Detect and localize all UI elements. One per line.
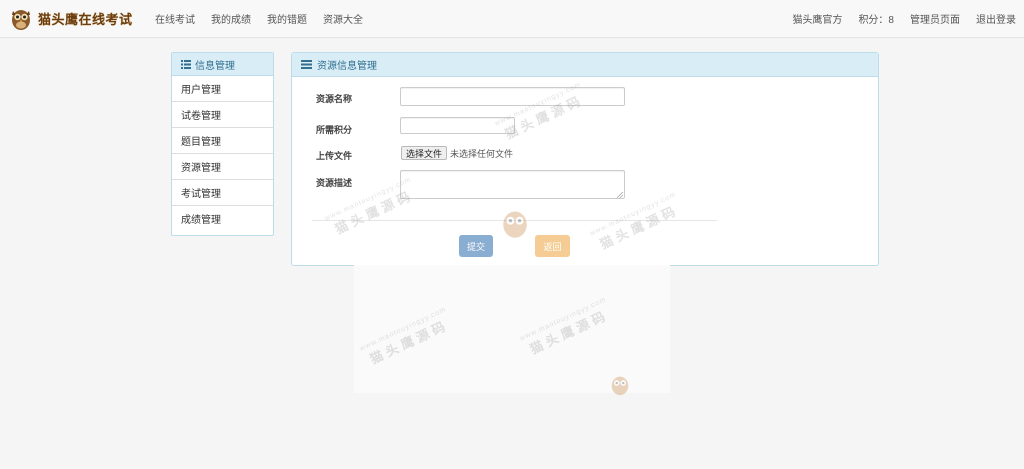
- resource-name-label: 资源名称: [315, 94, 352, 104]
- sidebar: 信息管理 用户管理 试卷管理 题目管理 资源管理 考试管理 成绩管理: [171, 52, 274, 236]
- nav-admin-page[interactable]: 管理员页面: [902, 0, 968, 37]
- sidebar-item-questions[interactable]: 题目管理: [172, 128, 273, 154]
- points-label: 所需积分: [315, 125, 352, 135]
- file-status: 未选择任何文件: [450, 149, 514, 159]
- points-input[interactable]: [400, 117, 515, 134]
- nav-online-exam[interactable]: 在线考试: [147, 0, 203, 37]
- description-textarea[interactable]: [400, 170, 625, 199]
- owl-logo-icon: [12, 10, 30, 30]
- upload-label: 上传文件: [315, 151, 352, 161]
- sidebar-item-scores[interactable]: 成绩管理: [172, 206, 273, 231]
- back-button[interactable]: 返回: [535, 235, 570, 257]
- panel-title: 资源信息管理: [317, 61, 377, 72]
- submit-button[interactable]: 提交: [459, 235, 493, 257]
- textarea-resize-handle[interactable]: [617, 192, 623, 198]
- resource-name-input[interactable]: [400, 87, 625, 106]
- resource-panel: 资源信息管理 资源名称 所需积分 上传文件 选择文件 未选择任何文件 资源描述 …: [291, 52, 879, 266]
- form-divider: [312, 220, 717, 221]
- nav-my-scores[interactable]: 我的成绩: [203, 0, 259, 37]
- choose-file-button[interactable]: 选择文件: [401, 146, 448, 160]
- top-navbar: 猫头鹰在线考试 在线考试 我的成绩 我的错题 资源大全 猫头鹰官方 积分：8 管…: [0, 0, 1024, 38]
- points-display: 积分：8: [858, 15, 894, 26]
- nav-official[interactable]: 猫头鹰官方: [784, 0, 850, 37]
- sidebar-title: 信息管理: [195, 60, 235, 72]
- nav-logout[interactable]: 退出登录: [968, 0, 1024, 37]
- menu-lines-icon: [301, 60, 312, 69]
- sidebar-item-resources[interactable]: 资源管理: [172, 154, 273, 180]
- description-label: 资源描述: [315, 178, 352, 188]
- nav-my-mistakes[interactable]: 我的错题: [259, 0, 315, 37]
- user-nav: 猫头鹰官方 积分：8 管理员页面 退出登录: [784, 0, 1024, 37]
- sidebar-item-exams[interactable]: 考试管理: [172, 180, 273, 206]
- watermark-sheet: [354, 265, 670, 393]
- panel-header: 资源信息管理: [292, 53, 878, 77]
- brand-name: 猫头鹰在线考试: [38, 12, 133, 28]
- list-icon: [181, 59, 191, 69]
- brand[interactable]: 猫头鹰在线考试: [8, 5, 133, 31]
- sidebar-item-papers[interactable]: 试卷管理: [172, 102, 273, 128]
- main-nav: 在线考试 我的成绩 我的错题 资源大全: [147, 0, 371, 37]
- sidebar-item-users[interactable]: 用户管理: [172, 76, 273, 102]
- sidebar-header: 信息管理: [172, 53, 273, 76]
- nav-resources[interactable]: 资源大全: [315, 0, 371, 37]
